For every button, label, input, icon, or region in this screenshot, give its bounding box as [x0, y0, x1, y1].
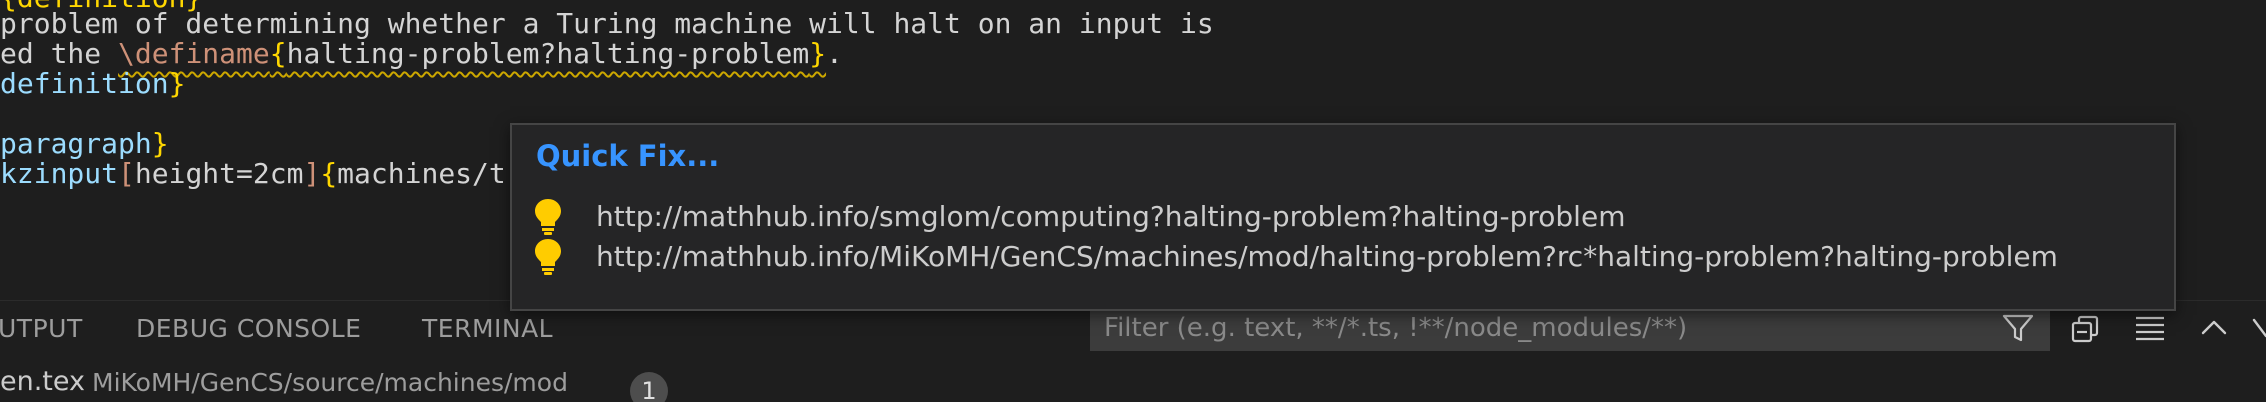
command-argument: machines/t — [337, 157, 506, 190]
tab-debug-console[interactable]: DEBUG CONSOLE — [136, 301, 361, 357]
quick-fix-popup: Quick Fix... http://mathhub.info/smglom/… — [510, 123, 2176, 311]
brace: { — [320, 157, 338, 190]
chevron-up-icon[interactable] — [2194, 308, 2234, 348]
filter-icon[interactable] — [1998, 308, 2038, 348]
close-icon[interactable] — [2248, 308, 2266, 348]
list-view-icon[interactable] — [2130, 308, 2170, 348]
collapse-all-icon[interactable] — [2066, 308, 2106, 348]
latex-command: kzinput — [0, 157, 119, 190]
bracket: ] — [303, 157, 321, 190]
problem-file-name: en.tex — [0, 366, 86, 397]
problem-file-path: MiKoMH/GenCS/source/machines/mod — [92, 368, 568, 397]
vscode-window: {definition} problem of determining whet… — [0, 0, 2266, 402]
lightbulb-icon — [530, 196, 566, 236]
quick-fix-label: http://mathhub.info/MiKoMH/GenCS/machine… — [596, 239, 2058, 273]
diagnostic-squiggle[interactable]: \definame{halting-problem?halting-proble… — [118, 37, 826, 70]
brace: } — [809, 37, 827, 70]
brace: } — [168, 67, 186, 100]
code-text: . — [826, 37, 843, 70]
brace: { — [269, 37, 287, 70]
code-line-3: definition} — [0, 64, 185, 104]
environment-name: definition — [0, 67, 169, 100]
problem-file-row[interactable]: en.tex MiKoMH/GenCS/source/machines/mod — [0, 356, 2266, 402]
code-line-6: kzinput[height=2cm]{machines/t — [0, 154, 506, 194]
tab-output[interactable]: UTPUT — [0, 301, 83, 357]
bracket: [ — [118, 157, 135, 190]
problem-count-badge: 1 — [630, 372, 668, 402]
problems-filter-input[interactable] — [1090, 305, 2050, 351]
quick-fix-title: Quick Fix... — [536, 139, 720, 173]
quick-fix-label: http://mathhub.info/smglom/computing?hal… — [596, 199, 1626, 233]
filter-input-container — [1090, 305, 2050, 351]
macro-argument: halting-problem?halting-problem — [286, 37, 810, 70]
lightbulb-icon — [530, 236, 566, 276]
quick-fix-item[interactable]: http://mathhub.info/MiKoMH/GenCS/machine… — [530, 231, 2058, 281]
optional-argument: height=2cm — [134, 157, 304, 190]
